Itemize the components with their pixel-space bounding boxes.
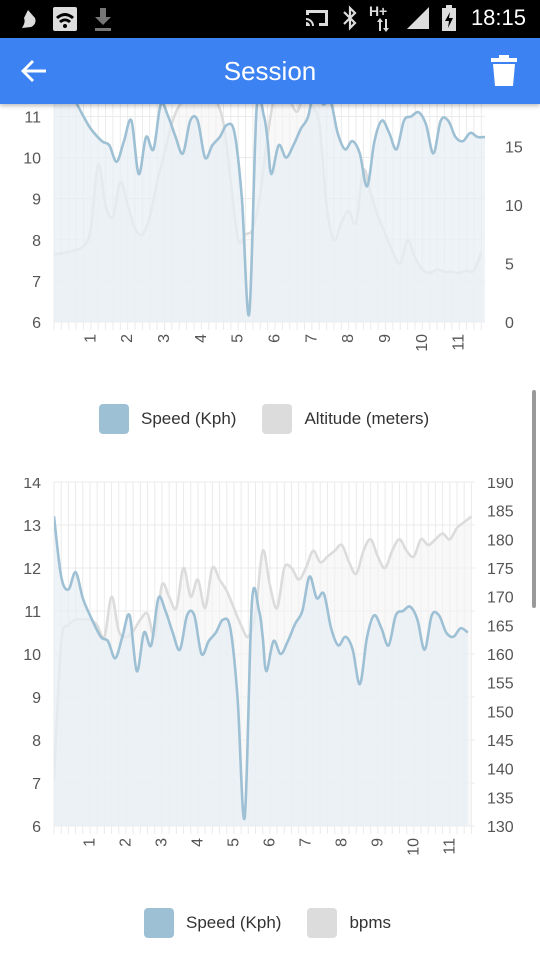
left-axis-tick-label: 14 <box>23 478 41 492</box>
left-axis-tick-label: 8 <box>32 233 41 250</box>
right-axis-tick-label: 135 <box>487 790 514 807</box>
legend-swatch-speed <box>99 404 129 434</box>
x-axis-tick-label: 5 <box>225 838 242 847</box>
legend-swatch-bpms <box>307 908 338 938</box>
legend-label-altitude: Altitude (meters) <box>304 409 430 428</box>
left-axis-tick-label: 8 <box>32 733 41 750</box>
legend-label-speed: Speed (Kph) <box>141 409 237 428</box>
right-axis: 0 5 10 15 <box>505 140 523 332</box>
right-axis-tick-label: 180 <box>487 532 514 549</box>
x-axis-tick-label: 4 <box>189 838 206 847</box>
right-axis-tick-label: 0 <box>505 315 514 332</box>
left-axis-tick-label: 9 <box>32 690 41 707</box>
x-axis-tick-label: 10 <box>414 334 431 352</box>
left-axis-tick-label: 7 <box>32 776 41 793</box>
right-axis-tick-label: 170 <box>487 590 514 607</box>
left-axis-tick-label: 6 <box>32 819 41 836</box>
x-axis-tick-label: 2 <box>119 334 136 343</box>
left-axis-tick-label: 13 <box>23 518 41 535</box>
right-axis-tick-label: 190 <box>487 478 514 492</box>
wifi-icon <box>53 7 77 31</box>
left-axis-tick-label: 11 <box>24 604 41 621</box>
legend-item-speed[interactable]: Speed (Kph) <box>99 404 236 434</box>
right-axis-tick-label: 10 <box>505 198 523 215</box>
right-axis-tick-label: 165 <box>487 618 514 635</box>
right-axis-tick-label: 175 <box>487 561 514 578</box>
network-indicator: H+ <box>369 4 395 32</box>
x-axis-tick-label: 7 <box>303 334 320 343</box>
signal-icon <box>406 7 429 29</box>
left-axis-tick-label: 9 <box>32 192 41 209</box>
x-axis-tick-label: 8 <box>333 838 350 847</box>
left-axis-tick-label: 6 <box>32 315 41 332</box>
legend-item-bpms[interactable]: bpms <box>307 908 391 938</box>
x-axis-tick-label: 3 <box>156 334 173 343</box>
status-left-icons <box>18 6 114 32</box>
status-time: 18:15 <box>470 5 526 30</box>
data-arrows-icon <box>376 18 389 32</box>
right-axis: 130 135 140 145 150 155 160 165 170 175 180 185 190 <box>487 478 514 836</box>
legend-swatch-speed <box>144 908 174 938</box>
legend-label-bpms: bpms <box>349 913 392 932</box>
x-axis-tick-label: 4 <box>193 334 210 343</box>
page-title: Session <box>223 56 317 86</box>
x-axis-tick-label: 2 <box>117 838 134 847</box>
left-axis-tick-label: 10 <box>23 151 41 168</box>
cast-icon <box>305 10 328 26</box>
right-axis-tick-label: 155 <box>487 676 514 693</box>
bluetooth-icon <box>343 5 357 31</box>
trash-icon[interactable] <box>490 55 518 87</box>
x-axis-tick-label: 1 <box>82 334 99 343</box>
battery-icon <box>441 5 456 31</box>
right-axis-tick-label: 145 <box>487 733 514 750</box>
series-group <box>54 515 473 826</box>
app-bar: Session <box>0 38 540 104</box>
x-axis-tick-label: 11 <box>451 334 468 351</box>
left-axis-tick-label: 12 <box>23 561 41 578</box>
right-axis-tick-label: 160 <box>487 647 514 664</box>
legend-item-altitude[interactable]: Altitude (meters) <box>262 404 429 434</box>
right-axis-tick-label: 185 <box>487 504 514 521</box>
left-axis-tick-label: 10 <box>23 647 41 664</box>
right-axis-tick-label: 150 <box>487 704 514 721</box>
legend-item-speed[interactable]: Speed (Kph) <box>144 908 281 938</box>
x-axis-tick-label: 3 <box>153 838 170 847</box>
legend-speed-bpm: Speed (Kph) bpms <box>144 908 405 938</box>
x-axis-tick-label: 6 <box>267 334 284 343</box>
x-axis-tick-label: 9 <box>377 334 394 343</box>
speed-bpm-chart: 6789101112131413013514014515015516016517… <box>23 478 514 856</box>
x-axis-tick-label: 1 <box>81 838 98 847</box>
legend-speed-altitude: Speed (Kph) Altitude (meters) <box>99 404 443 434</box>
network-type-label: H+ <box>368 3 388 19</box>
download-icon <box>95 8 111 31</box>
left-axis-tick-label: 7 <box>32 274 41 291</box>
status-right-icons: H+ 18:15 <box>303 4 526 32</box>
legend-label-speed: Speed (Kph) <box>186 913 282 932</box>
left-axis: 6 7 8 9 10 11 <box>23 109 41 332</box>
legend-swatch-altitude <box>262 404 293 434</box>
left-axis-tick-label: 11 <box>24 109 41 126</box>
x-axis-tick-label: 8 <box>340 334 357 343</box>
x-axis: 1 2 3 4 5 6 7 8 9 10 11 <box>81 838 458 856</box>
x-axis-tick-label: 9 <box>369 838 386 847</box>
scrollbar-thumb[interactable] <box>532 390 536 608</box>
right-axis-tick-label: 130 <box>487 819 514 836</box>
left-axis: 6 7 8 9 10 11 12 13 14 <box>23 478 41 836</box>
series-group <box>54 104 485 322</box>
x-axis: 1 2 3 4 5 6 7 8 9 10 11 <box>82 334 467 352</box>
status-bar: H+ 18:15 <box>0 0 540 38</box>
app-notification-icon <box>22 10 36 28</box>
x-axis-tick-label: 7 <box>297 838 314 847</box>
x-axis-tick-label: 5 <box>230 334 247 343</box>
speed-altitude-chart: 6 7 8 9 10 11 0 5 10 15 1 2 3 4 5 6 7 8 9 10 11 <box>23 104 523 352</box>
session-content[interactable]: 6 7 8 9 10 11 0 5 10 15 1 2 3 4 5 6 7 8 9 10 11 Speed (Kph) … <box>0 104 540 960</box>
right-axis-tick-label: 5 <box>505 257 514 274</box>
x-axis-tick-label: 6 <box>261 838 278 847</box>
x-axis-tick-label: 11 <box>441 838 458 855</box>
right-axis-tick-label: 15 <box>505 140 523 157</box>
right-axis-tick-label: 140 <box>487 762 514 779</box>
x-axis-tick-label: 10 <box>405 838 422 856</box>
